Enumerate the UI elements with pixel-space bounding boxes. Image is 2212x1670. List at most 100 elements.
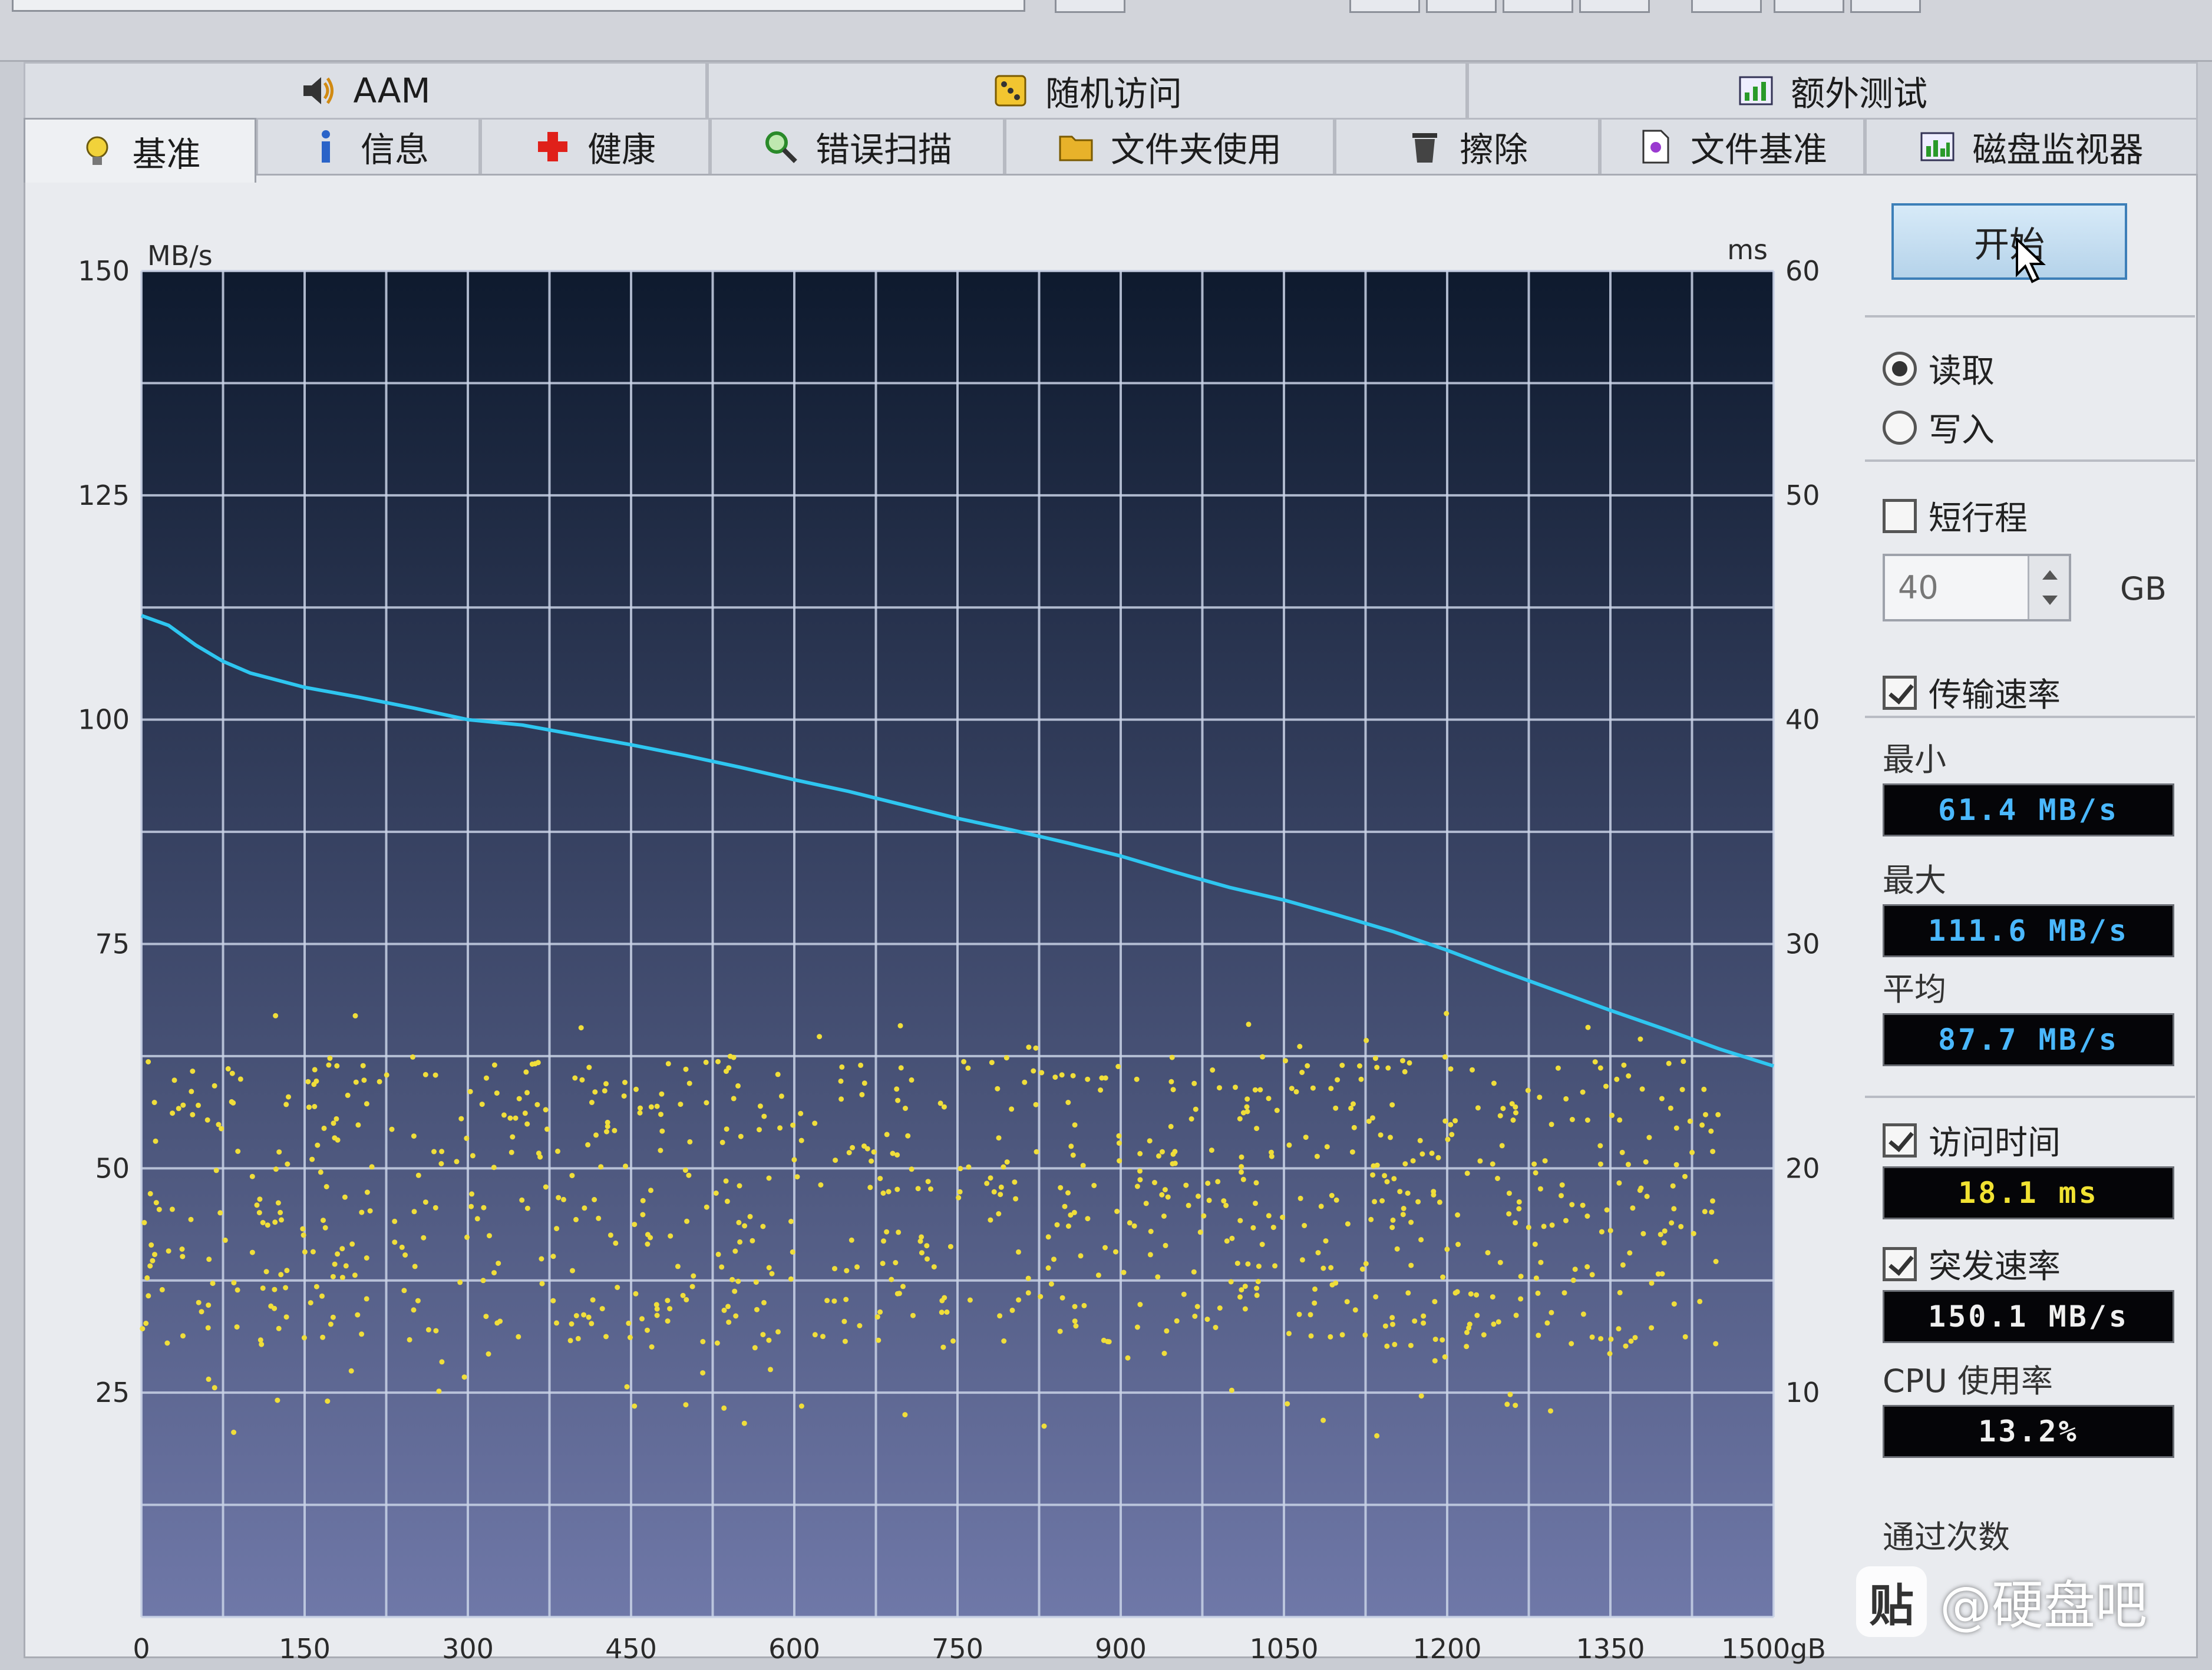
access-time-checkbox[interactable] — [1883, 1123, 1917, 1158]
access-time-point — [425, 1327, 431, 1332]
access-time-point — [1559, 1182, 1565, 1188]
access-time-point — [988, 1175, 993, 1181]
access-time-point — [1710, 1149, 1716, 1155]
access-time-point — [309, 1156, 315, 1162]
access-time-point — [1643, 1159, 1649, 1165]
access-time-point — [457, 1279, 463, 1285]
access-time-point — [1549, 1222, 1555, 1228]
access-time-point — [1285, 1401, 1290, 1407]
access-time-point — [1068, 1143, 1074, 1149]
access-time-point — [1379, 1198, 1385, 1203]
access-time-point — [438, 1161, 444, 1166]
access-time-point — [1609, 1112, 1615, 1118]
transfer-rate-checkbox[interactable] — [1883, 675, 1917, 710]
access-time-point — [1371, 1163, 1376, 1169]
burst-rate-display: 150.1 MB/s — [1883, 1290, 2174, 1343]
burst-rate-checkbox[interactable] — [1883, 1246, 1917, 1281]
access-time-point — [1016, 1297, 1022, 1303]
access-time-point — [276, 1325, 282, 1331]
short-stroke-checkbox[interactable] — [1883, 498, 1917, 533]
access-time-point — [1162, 1187, 1168, 1193]
access-time-point — [231, 1280, 237, 1286]
chevron-down-icon[interactable] — [2042, 596, 2058, 605]
access-time-point — [210, 1281, 216, 1287]
access-time-point — [1159, 1192, 1165, 1198]
access-time-point — [665, 1061, 671, 1067]
access-time-point — [1394, 1246, 1400, 1252]
access-time-point — [1116, 1133, 1122, 1139]
access-time-point — [1003, 1055, 1009, 1061]
access-time-point — [1114, 1208, 1120, 1214]
access-time-point — [1058, 1185, 1064, 1191]
access-time-point — [1442, 1118, 1448, 1124]
access-time-point — [345, 1092, 351, 1098]
access-time-point — [332, 1135, 338, 1141]
access-time-point — [1497, 1113, 1503, 1119]
access-time-point — [205, 1325, 211, 1331]
burst-rate-option[interactable]: 突发速率 — [1883, 1240, 2061, 1288]
read-option[interactable]: 读取 — [1883, 345, 1995, 392]
access-time-point — [605, 1119, 610, 1125]
access-time-point — [364, 1296, 369, 1302]
access-time-point — [343, 1263, 349, 1269]
access-time-point — [1392, 1341, 1398, 1347]
access-time-point — [567, 1338, 573, 1344]
read-radio[interactable] — [1883, 351, 1917, 386]
access-time-point — [1078, 1253, 1084, 1259]
access-time-point — [1448, 1122, 1454, 1127]
access-time-point — [439, 1359, 445, 1365]
access-time-point — [199, 1309, 204, 1315]
access-time-point — [1388, 1135, 1393, 1140]
access-time-point — [180, 1102, 186, 1108]
tab-disk-monitor[interactable]: 磁盘监视器 — [1865, 118, 2198, 174]
access-time-point — [1205, 1180, 1211, 1186]
access-time-point — [909, 1077, 914, 1083]
access-time-point — [1070, 1073, 1076, 1079]
stepper-buttons[interactable] — [2028, 556, 2069, 619]
access-time-point — [1201, 1213, 1207, 1219]
access-time-point — [1418, 1393, 1424, 1399]
access-time-point — [213, 1168, 219, 1173]
write-radio[interactable] — [1883, 410, 1917, 445]
short-stroke-stepper[interactable]: 40 — [1883, 554, 2071, 621]
access-time-point — [1318, 1203, 1324, 1209]
access-time-point — [1491, 1080, 1497, 1086]
access-time-option[interactable]: 访问时间 — [1883, 1116, 2061, 1164]
access-time-point — [1155, 1274, 1161, 1280]
access-time-point — [1252, 1087, 1258, 1093]
short-stroke-option[interactable]: 短行程 — [1883, 492, 2028, 540]
access-time-point — [961, 1059, 967, 1064]
access-time-point — [590, 1297, 596, 1303]
access-time-point — [726, 1065, 732, 1071]
access-time-point — [1670, 1183, 1676, 1189]
access-time-point — [169, 1206, 175, 1212]
tab-benchmark[interactable]: 基准 — [24, 118, 256, 183]
access-time-point — [1506, 1211, 1512, 1217]
access-time-point — [367, 1208, 373, 1214]
access-time-point — [1169, 1054, 1175, 1060]
access-time-point — [1253, 1180, 1259, 1186]
access-time-point — [925, 1179, 931, 1185]
access-time-point — [760, 1332, 766, 1338]
access-time-point — [732, 1288, 738, 1294]
start-button[interactable]: 开始 — [1891, 203, 2127, 283]
access-time-point — [300, 1226, 306, 1232]
access-time-point — [790, 1249, 795, 1255]
transfer-rate-option[interactable]: 传输速率 — [1883, 669, 2061, 716]
access-time-point — [1260, 1054, 1266, 1060]
access-time-point — [1031, 1068, 1036, 1074]
access-time-point — [1497, 1259, 1503, 1265]
access-time-point — [1315, 1250, 1321, 1256]
benchmark-chart-svg: 2550751001251501020304050600 150 300 450 600… — [78, 234, 1826, 1665]
access-time-point — [315, 1142, 321, 1148]
chevron-up-icon[interactable] — [2042, 570, 2058, 580]
access-time-point — [898, 1065, 904, 1071]
write-option[interactable]: 写入 — [1883, 404, 1995, 451]
access-time-point — [1256, 1264, 1262, 1269]
access-time-point — [1589, 1272, 1595, 1278]
access-time-point — [1339, 1332, 1345, 1338]
access-time-point — [1448, 1066, 1454, 1072]
access-time-point — [1041, 1423, 1047, 1429]
access-time-point — [1713, 1341, 1719, 1347]
access-time-point — [1197, 1229, 1203, 1235]
